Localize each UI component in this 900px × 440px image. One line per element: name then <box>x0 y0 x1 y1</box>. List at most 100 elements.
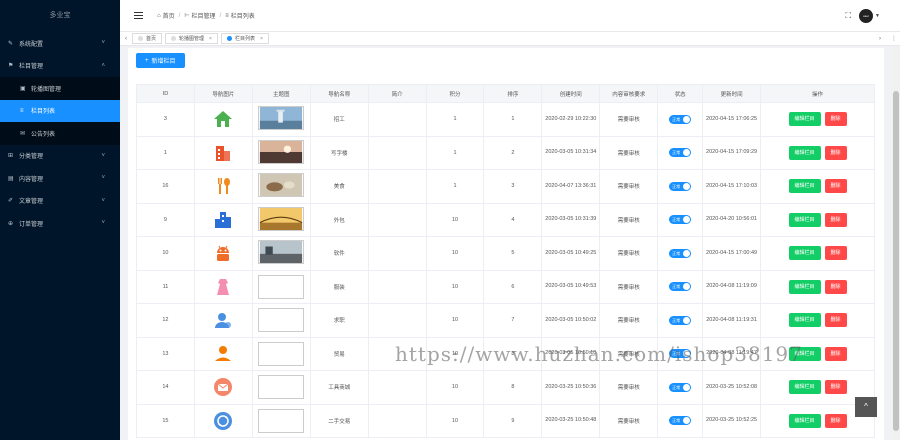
close-icon[interactable]: × <box>209 36 212 42</box>
table-header-row: ID 导航图片 主题图 导航名称 简介 积分 排序 创建时间 内容审核要求 状态 更新时间 操作 <box>136 84 875 103</box>
cell-actions: 编辑栏目 删除 <box>760 269 875 304</box>
breadcrumb-home[interactable]: 首页 <box>163 11 175 20</box>
edit-column-button[interactable]: 编辑栏目 <box>788 246 821 261</box>
cell-created: 2020-03-05 10:31:34 <box>541 135 601 170</box>
cell-sort: 8 <box>483 336 543 371</box>
table-row: 11 服装 10 6 2020-03-05 10:49:53 需要审核 正常 2020-04-… <box>136 269 875 304</box>
cell-name: 招工 <box>309 102 369 137</box>
delete-button[interactable]: 删除 <box>824 112 847 127</box>
tab[interactable]: 首页 <box>132 33 163 44</box>
sidebar-item[interactable]: ✐ 文章管理 ˅ <box>0 190 120 213</box>
tabs-more-icon[interactable]: ⋮ <box>888 35 900 42</box>
sidebar-item[interactable]: ✉ 公告列表 <box>0 122 120 145</box>
sidebar-item[interactable]: ✎ 系统配置 ˅ <box>0 32 120 55</box>
cell-theme-image <box>251 135 311 170</box>
edit-column-button[interactable]: 编辑栏目 <box>788 145 821 160</box>
person-hand-icon <box>213 344 233 364</box>
avatar[interactable]: user <box>859 8 874 23</box>
sidebar-item[interactable]: ⚑ 栏目管理 ˄ <box>0 55 120 78</box>
delete-button[interactable]: 删除 <box>824 346 847 361</box>
cell-theme-image <box>251 202 311 237</box>
tab[interactable]: 轮播图管理 × <box>165 33 218 44</box>
cell-sort: 6 <box>483 269 543 304</box>
sidebar-item-label: 内容管理 <box>19 176 44 183</box>
cell-id: 14 <box>136 370 195 405</box>
plus-icon: + <box>145 57 149 64</box>
cell-theme-image <box>251 370 311 405</box>
delete-button[interactable]: 删除 <box>824 246 847 261</box>
document-icon: ▤ <box>8 175 14 182</box>
hamburger-icon[interactable] <box>134 12 143 19</box>
caret-down-icon[interactable]: ▼ <box>875 13 880 19</box>
cell-status: 正常 <box>657 303 704 338</box>
sidebar-item[interactable]: ▤ 内容管理 ˅ <box>0 167 120 190</box>
status-toggle[interactable]: 正常 <box>669 215 692 225</box>
cell-intro <box>367 403 427 438</box>
status-toggle[interactable]: 正常 <box>669 181 692 191</box>
status-toggle[interactable]: 正常 <box>669 349 692 359</box>
cell-points: 10 <box>425 202 485 237</box>
cell-audit: 需要审核 <box>599 236 659 271</box>
status-toggle[interactable]: 正常 <box>669 282 692 292</box>
page-scrollbar[interactable] <box>892 46 900 440</box>
delete-button[interactable]: 删除 <box>824 179 847 194</box>
tab-dot-icon <box>171 36 177 41</box>
delete-button[interactable]: 删除 <box>824 380 847 395</box>
fullscreen-icon[interactable]: ⛶ <box>845 11 851 21</box>
edit-column-button[interactable]: 编辑栏目 <box>788 346 821 361</box>
cell-updated: 2020-03-25 10:52:08 <box>702 370 762 405</box>
edit-column-button[interactable]: 编辑栏目 <box>788 313 821 328</box>
delete-button[interactable]: 删除 <box>824 212 847 227</box>
edit-column-button[interactable]: 编辑栏目 <box>788 380 821 395</box>
delete-button[interactable]: 删除 <box>824 413 847 428</box>
cell-nav-image <box>193 403 253 438</box>
tabs-scroll-left-icon[interactable]: ‹ <box>120 36 132 42</box>
breadcrumb-column-manage[interactable]: 栏目管理 <box>192 11 216 20</box>
chevron-down-icon: ˅ <box>101 40 105 47</box>
cell-audit: 需要审核 <box>599 269 659 304</box>
close-icon[interactable]: × <box>260 36 263 42</box>
cell-audit: 需要审核 <box>599 169 659 204</box>
delete-button[interactable]: 删除 <box>824 145 847 160</box>
cell-audit: 需要审核 <box>599 135 659 170</box>
edit-column-button[interactable]: 编辑栏目 <box>788 413 821 428</box>
column-header: ID <box>136 84 195 103</box>
cell-sort: 2 <box>483 135 543 170</box>
status-toggle[interactable]: 正常 <box>669 248 692 258</box>
sidebar-item[interactable]: ≡ 栏目列表 <box>0 99 120 122</box>
house-icon <box>213 109 233 129</box>
edit-column-button[interactable]: 编辑栏目 <box>788 279 821 294</box>
edit-column-button[interactable]: 编辑栏目 <box>788 112 821 127</box>
status-toggle[interactable]: 正常 <box>669 382 692 392</box>
status-toggle[interactable]: 正常 <box>669 315 692 325</box>
cell-updated: 2020-04-15 17:10:03 <box>702 169 762 204</box>
add-column-button[interactable]: + 新增栏目 <box>136 53 185 68</box>
tab-list: 首页 轮播图管理 × 栏目列表 × <box>132 33 272 44</box>
tab[interactable]: 栏目列表 × <box>220 33 269 44</box>
delete-button[interactable]: 删除 <box>824 313 847 328</box>
sidebar-item[interactable]: ⊞ 分类管理 ˅ <box>0 145 120 168</box>
status-toggle[interactable]: 正常 <box>669 148 692 158</box>
column-header: 操作 <box>760 84 875 103</box>
building-icon <box>213 143 233 163</box>
city-icon <box>213 210 233 230</box>
megaphone-icon: ✉ <box>20 130 26 137</box>
sidebar-item[interactable]: ⊕ 订单管理 ˅ <box>0 212 120 235</box>
cell-updated: 2020-04-15 17:00:49 <box>702 236 762 271</box>
status-toggle[interactable]: 正常 <box>669 416 692 426</box>
theme-placeholder <box>258 408 305 433</box>
scroll-thumb[interactable] <box>893 91 899 431</box>
cell-points: 10 <box>425 303 485 338</box>
edit-column-button[interactable]: 编辑栏目 <box>788 212 821 227</box>
status-toggle[interactable]: 正常 <box>669 114 692 124</box>
sidebar-item-label: 公告列表 <box>31 131 56 138</box>
cell-created: 2020-02-29 10:22:30 <box>541 102 601 137</box>
tabs-scroll-right-icon[interactable]: › <box>874 36 886 42</box>
sidebar-item[interactable]: ▣ 轮播图管理 <box>0 77 120 100</box>
delete-button[interactable]: 删除 <box>824 279 847 294</box>
dress-icon <box>213 277 233 297</box>
cell-intro <box>367 269 427 304</box>
table-body: 3 招工 1 1 2020-02-29 10:22:30 需要审核 正常 2020-04-15… <box>136 102 875 438</box>
back-to-top-button[interactable]: ^ <box>855 397 877 417</box>
edit-column-button[interactable]: 编辑栏目 <box>788 179 821 194</box>
